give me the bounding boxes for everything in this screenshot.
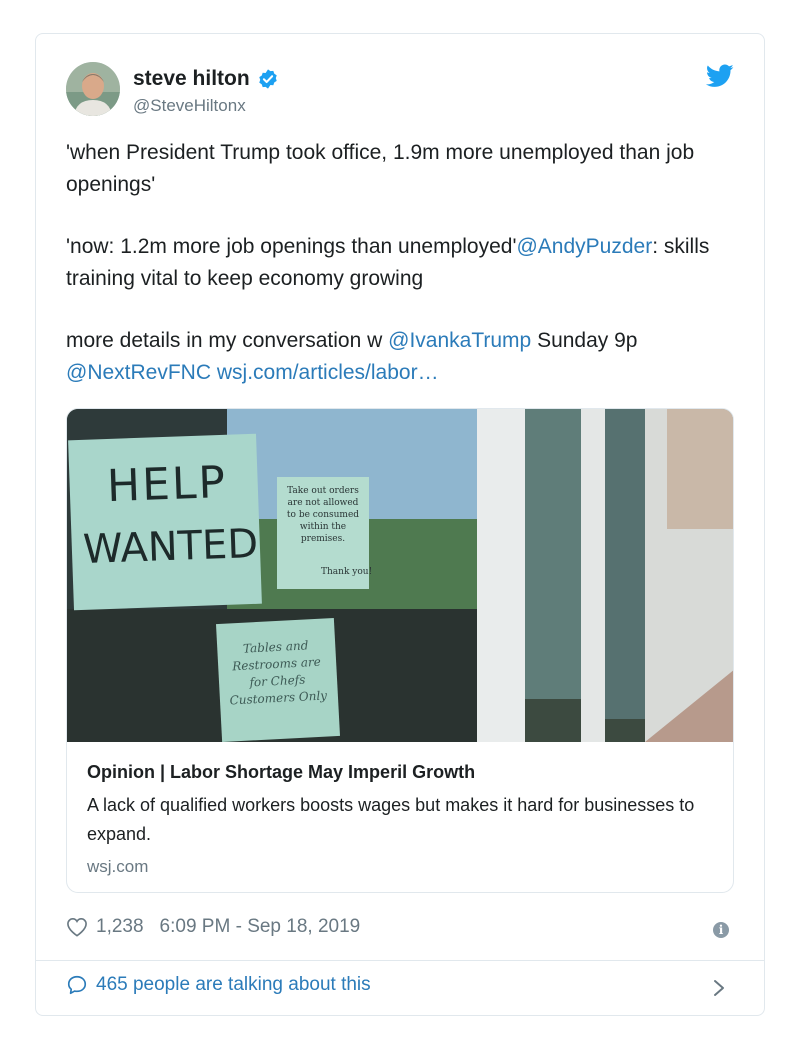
tables-text: Tables and Restrooms are for Chefs Custo… [229, 638, 328, 708]
tweet-text: 'when President Trump took office, 1.9m … [66, 137, 736, 389]
conversation-link[interactable]: 465 people are talking about this [66, 974, 371, 996]
tweet-meta: 1,238 6:09 PM - Sep 18, 2019 [66, 916, 360, 938]
verified-icon [258, 69, 277, 89]
tweet-line-3: more details in my conversation w [66, 329, 389, 352]
help-text: HELP [106, 456, 228, 513]
author-name-row: steve hilton [133, 67, 279, 91]
thanks-text: Thank you! [321, 567, 373, 577]
mention-andypuzder[interactable]: @AndyPuzder [516, 235, 652, 258]
article-url-link[interactable]: wsj.com/articles/labor… [217, 361, 439, 384]
article-title[interactable]: Opinion | Labor Shortage May Imperil Gro… [87, 762, 707, 783]
avatar-image [66, 62, 120, 116]
tweet-paragraph-1: 'when President Trump took office, 1.9m … [66, 137, 736, 201]
heart-icon[interactable] [66, 917, 88, 937]
speech-bubble-icon [67, 975, 87, 995]
divider [36, 960, 764, 961]
twitter-bird-icon[interactable] [706, 64, 734, 88]
link-preview-caption[interactable]: Opinion | Labor Shortage May Imperil Gro… [87, 762, 707, 877]
article-domain: wsj.com [87, 857, 149, 876]
link-preview-card[interactable]: HELP WANTED Take out orders are not allo… [66, 408, 734, 893]
mention-ivankatrump[interactable]: @IvankaTrump [388, 329, 531, 352]
wanted-text: WANTED [82, 520, 259, 574]
talking-text[interactable]: 465 people are talking about this [96, 974, 371, 996]
tweet-line-3-mid: Sunday 9p [531, 329, 638, 352]
author-handle[interactable]: @SteveHiltonx [133, 96, 246, 116]
article-photo[interactable]: HELP WANTED Take out orders are not allo… [67, 409, 733, 742]
takeout-text: Take out orders are not allowed to be co… [286, 486, 360, 544]
tweet-card: steve hilton @SteveHiltonx 'when Preside… [35, 33, 765, 1016]
tweet-paragraph-3: more details in my conversation w @Ivank… [66, 325, 736, 389]
tweet-line-2: 'now: 1.2m more job openings than unempl… [66, 235, 517, 258]
article-description: A lack of qualified workers boosts wages… [87, 795, 695, 844]
tweet-line-1: 'when President Trump took office, 1.9m … [66, 141, 695, 196]
tweet-paragraph-2: 'now: 1.2m more job openings than unempl… [66, 231, 736, 295]
avatar[interactable] [66, 62, 120, 116]
chevron-right-icon[interactable] [709, 976, 729, 1000]
info-icon[interactable]: i [713, 922, 729, 938]
author-name[interactable]: steve hilton [133, 67, 250, 91]
tweet-timestamp[interactable]: 6:09 PM - Sep 18, 2019 [160, 916, 361, 938]
like-count[interactable]: 1,238 [96, 916, 144, 938]
mention-nextrevfnc[interactable]: @NextRevFNC [66, 361, 211, 384]
